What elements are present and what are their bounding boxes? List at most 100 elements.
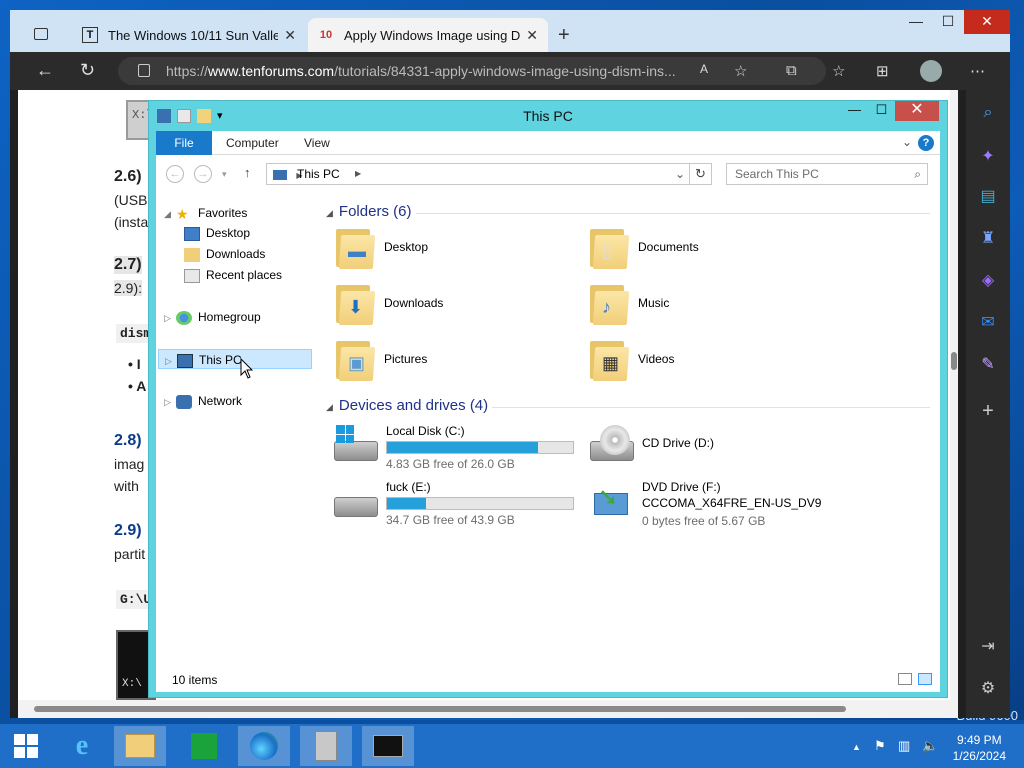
office-icon[interactable]: ◈ <box>966 270 1010 290</box>
search-icon[interactable]: ⌕ <box>966 104 1010 122</box>
settings-gear-icon[interactable]: ⚙ <box>966 678 1010 698</box>
page-vertical-scrollbar[interactable] <box>950 90 958 700</box>
details-view-icon[interactable] <box>898 673 912 685</box>
recent-locations-icon[interactable]: ▾ <box>222 169 227 180</box>
expand-ribbon-icon[interactable]: ⌄ <box>902 135 912 149</box>
folder-videos[interactable]: ▦ Videos <box>588 337 674 381</box>
drive-f[interactable]: ➘ DVD Drive (F:) CCCOMA_X64FRE_EN-US_DV9… <box>588 479 821 529</box>
page-horizontal-scrollbar[interactable] <box>18 700 958 718</box>
address-bar[interactable]: https://www.tenforums.com/tutorials/8433… <box>118 57 826 85</box>
hide-sidebar-icon[interactable]: ⇥ <box>966 636 1010 656</box>
tab-title: Apply Windows Image using DI <box>344 27 521 43</box>
folder-desktop[interactable]: ▬ Desktop <box>334 225 428 269</box>
path-dropdown-icon[interactable]: ⌄ <box>675 164 685 184</box>
nav-network[interactable]: ▷ Network <box>164 391 242 411</box>
nav-homegroup[interactable]: ▷ Homegroup <box>164 307 261 327</box>
close-tab-icon[interactable]: ✕ <box>526 27 538 44</box>
help-icon[interactable]: ? <box>918 135 934 151</box>
expand-arrow-icon[interactable]: ▷ <box>164 308 176 328</box>
read-aloud-icon[interactable]: A <box>700 62 708 76</box>
group-header-folders[interactable]: ◢ Folders (6) <box>326 203 411 220</box>
tab-computer[interactable]: Computer <box>212 131 293 155</box>
copilot-icon[interactable]: ✦ <box>966 146 1010 166</box>
collections-icon[interactable]: ⊞ <box>876 62 889 80</box>
group-header-devices[interactable]: ◢ Devices and drives (4) <box>326 397 488 414</box>
expand-arrow-icon[interactable]: ▷ <box>165 351 177 371</box>
favorite-add-icon[interactable]: ☆ <box>734 62 747 80</box>
collapse-arrow-icon[interactable]: ◢ <box>164 204 176 224</box>
maximize-icon[interactable]: ☐ <box>932 10 964 34</box>
nav-desktop[interactable]: Desktop <box>184 223 250 243</box>
tab-file[interactable]: File <box>156 131 212 155</box>
action-center-flag-icon[interactable]: ⚑ <box>874 738 886 754</box>
forward-arrow-icon[interactable]: → <box>194 165 212 183</box>
tab-sun-valley[interactable]: T The Windows 10/11 Sun Valley ✕ <box>72 18 306 52</box>
favorites-icon[interactable]: ☆ <box>832 62 845 80</box>
show-hidden-icons-icon[interactable]: ▲ <box>852 742 861 752</box>
folder-documents[interactable]: ▯ Documents <box>588 225 699 269</box>
tab-actions-icon[interactable] <box>34 28 48 40</box>
path-chevron-icon[interactable]: ▶ <box>355 164 361 184</box>
add-icon[interactable]: + <box>966 400 1010 423</box>
drive-d[interactable]: CD Drive (D:) <box>588 423 714 463</box>
maximize-icon[interactable]: ☐ <box>868 101 895 121</box>
drive-c[interactable]: Local Disk (C:) 4.83 GB free of 26.0 GB <box>332 423 574 472</box>
folder-label: Documents <box>638 240 699 254</box>
search-field[interactable]: Search This PC ⌕ <box>726 163 928 185</box>
up-arrow-icon[interactable]: ↑ <box>244 165 251 180</box>
local-disk-icon <box>332 423 378 463</box>
taskbar-file-explorer[interactable] <box>114 726 166 766</box>
nav-label: This PC <box>199 353 242 367</box>
close-window-icon[interactable]: ✕ <box>964 10 1010 34</box>
homegroup-icon <box>176 310 192 325</box>
code-text: X:\ <box>122 678 142 690</box>
outlook-icon[interactable]: ✉ <box>966 312 1010 332</box>
taskbar-internet-explorer[interactable]: e <box>56 726 108 766</box>
nav-favorites[interactable]: ◢ ★ Favorites <box>164 203 247 223</box>
nav-this-pc[interactable]: ▷ This PC <box>158 349 312 369</box>
explorer-body: File Computer View ⌄ ? ← → ▾ ↑ ▶ This PC… <box>156 131 940 692</box>
address-path[interactable]: ▶ This PC ▶ ⌄ <box>266 163 690 185</box>
taskbar-command-prompt[interactable] <box>362 726 414 766</box>
expand-arrow-icon[interactable]: ▷ <box>164 392 176 412</box>
taskbar-edge[interactable] <box>238 726 290 766</box>
extensions-icon[interactable]: ⧉ <box>786 62 797 79</box>
close-icon[interactable]: ✕ <box>895 101 939 121</box>
tab-view[interactable]: View <box>290 131 344 155</box>
back-arrow-icon[interactable]: ← <box>166 165 184 183</box>
network-status-icon[interactable]: ▥ <box>898 738 910 754</box>
path-segment[interactable]: This PC <box>297 164 340 184</box>
collapse-group-icon[interactable]: ◢ <box>326 208 333 218</box>
back-icon[interactable]: ← <box>36 60 54 81</box>
taskbar-setup[interactable] <box>300 726 352 766</box>
designer-icon[interactable]: ✎ <box>966 354 1010 374</box>
nav-downloads[interactable]: Downloads <box>184 244 265 264</box>
new-tab-icon[interactable]: + <box>558 24 570 47</box>
more-icon[interactable]: ⋯ <box>970 62 985 80</box>
collapse-group-icon[interactable]: ◢ <box>326 402 333 412</box>
volume-muted-icon[interactable]: 🔈 <box>922 738 938 754</box>
minimize-icon[interactable]: — <box>900 10 932 34</box>
folder-pictures[interactable]: ▣ Pictures <box>334 337 427 381</box>
profile-avatar[interactable] <box>920 60 942 82</box>
refresh-icon[interactable]: ↻ <box>690 163 712 185</box>
clock[interactable]: 9:49 PM 1/26/2024 <box>953 732 1006 764</box>
folder-pictures-icon: ▣ <box>334 337 376 381</box>
drive-usage-bar <box>386 441 574 454</box>
recent-places-icon <box>184 268 200 283</box>
refresh-icon[interactable]: ↻ <box>80 60 95 81</box>
taskbar-store[interactable] <box>178 726 230 766</box>
tools-icon[interactable]: ▤ <box>966 186 1010 206</box>
tab-apply-windows-image[interactable]: 10 Apply Windows Image using DI ✕ <box>308 18 548 52</box>
games-icon[interactable]: ♜ <box>966 228 1010 248</box>
large-icons-view-icon[interactable] <box>918 673 932 685</box>
nav-recent-places[interactable]: Recent places <box>184 265 282 285</box>
close-tab-icon[interactable]: ✕ <box>284 27 296 44</box>
folder-music[interactable]: ♪ Music <box>588 281 669 325</box>
explorer-titlebar[interactable]: ▾ This PC — ☐ ✕ <box>149 101 947 131</box>
start-button[interactable] <box>0 726 52 766</box>
minimize-icon[interactable]: — <box>841 101 868 121</box>
drive-e[interactable]: fuck (E:) 34.7 GB free of 43.9 GB <box>332 479 574 528</box>
folder-downloads[interactable]: ⬇ Downloads <box>334 281 443 325</box>
text: imag <box>114 456 145 472</box>
